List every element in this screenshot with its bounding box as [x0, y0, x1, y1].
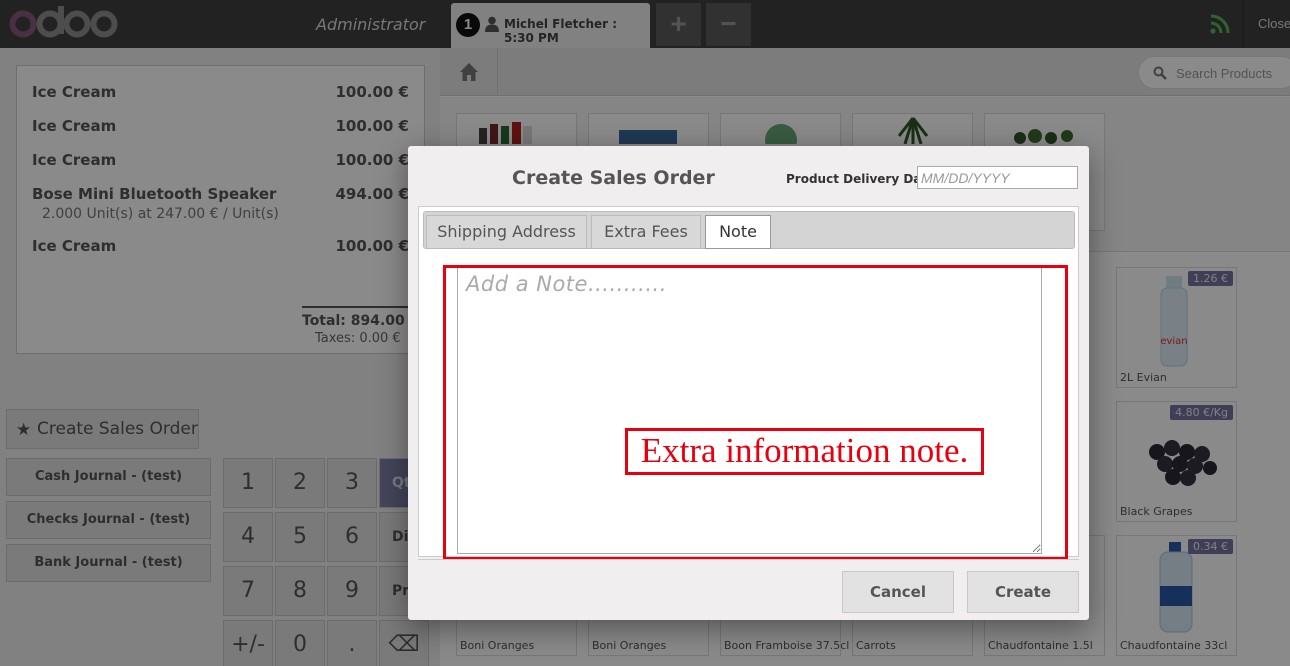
create-sales-order-dialog: Create Sales Order Product Delivery Date… [408, 146, 1089, 620]
note-textarea[interactable] [457, 267, 1042, 554]
dialog-footer-divider [418, 559, 1079, 560]
tab-extra-fees[interactable]: Extra Fees [591, 215, 701, 249]
tab-note[interactable]: Note [705, 215, 771, 249]
tab-strip: Shipping Address Extra Fees Note [423, 211, 1075, 249]
create-button[interactable]: Create [967, 571, 1079, 613]
cancel-button[interactable]: Cancel [842, 571, 954, 613]
tab-shipping-address[interactable]: Shipping Address [426, 215, 587, 249]
tab-panel: Shipping Address Extra Fees Note Extra i… [418, 206, 1079, 560]
annotation-callout: Extra information note. [625, 428, 984, 475]
dialog-title: Create Sales Order [512, 167, 715, 189]
delivery-date-input[interactable] [917, 166, 1078, 189]
